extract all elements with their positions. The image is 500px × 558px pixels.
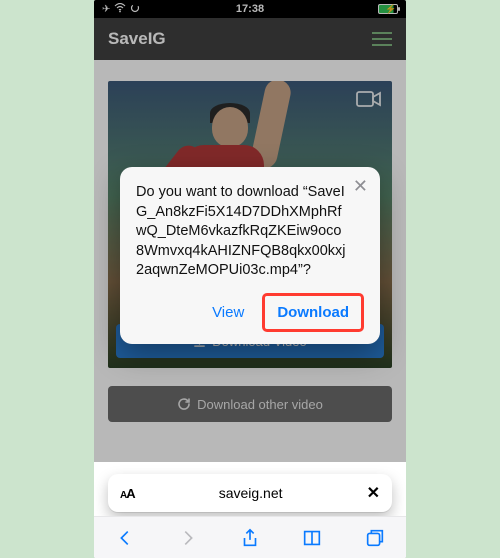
- status-bar: ✈ 17:38 ⚡: [94, 0, 406, 18]
- back-button[interactable]: [105, 522, 145, 554]
- url-bar[interactable]: AA saveig.net ✕: [108, 474, 392, 512]
- dialog-message: Do you want to download “SaveIG_An8kzFi5…: [136, 183, 364, 281]
- url-text: saveig.net: [219, 485, 283, 501]
- reload-icon: [177, 397, 191, 411]
- tabs-button[interactable]: [355, 522, 395, 554]
- share-button[interactable]: [230, 522, 270, 554]
- close-icon[interactable]: ✕: [353, 177, 368, 195]
- download-button-highlight: Download: [262, 293, 364, 332]
- menu-icon[interactable]: [372, 32, 392, 46]
- download-button[interactable]: Download: [267, 298, 359, 327]
- browser-toolbar: [94, 516, 406, 558]
- brand-logo: SaveIG: [108, 29, 166, 49]
- download-confirm-dialog: ✕ Do you want to download “SaveIG_An8kzF…: [120, 167, 380, 344]
- site-header: SaveIG: [94, 18, 406, 60]
- download-other-label: Download other video: [197, 397, 323, 412]
- battery-icon: ⚡: [378, 4, 398, 14]
- video-icon: [356, 89, 382, 114]
- phone-frame: ✈ 17:38 ⚡ SaveIG: [94, 0, 406, 558]
- bookmarks-button[interactable]: [292, 522, 332, 554]
- view-button[interactable]: View: [202, 298, 254, 327]
- clear-icon[interactable]: ✕: [367, 483, 380, 503]
- dialog-actions: View Download: [136, 293, 364, 332]
- download-other-button[interactable]: Download other video: [108, 386, 392, 422]
- reader-icon[interactable]: AA: [120, 486, 135, 501]
- forward-button[interactable]: [168, 522, 208, 554]
- status-time: 17:38: [94, 3, 406, 15]
